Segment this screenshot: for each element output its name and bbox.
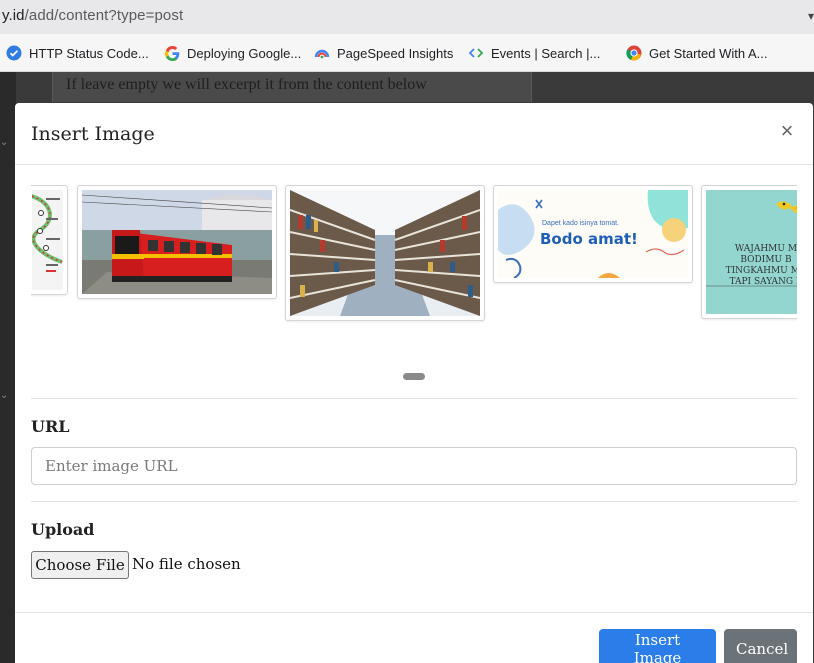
modal-header: Insert Image × <box>15 103 813 165</box>
cancel-button[interactable]: Cancel <box>724 629 797 663</box>
gallery-image-route-map[interactable] <box>31 185 68 295</box>
bookmark-label: Get Started With A... <box>649 45 768 61</box>
meme-title: Bodo amat! <box>540 230 638 248</box>
bookmarks-bar: HTTP Status Code... Deploying Google... … <box>0 34 814 72</box>
chrome-icon <box>626 45 642 61</box>
address-bar[interactable]: y.id/add/content?type=post ▾ <box>0 0 814 34</box>
bookmark-events-search[interactable]: Events | Search |... <box>468 44 600 62</box>
divider <box>31 501 797 502</box>
quote-line: TAPI SAYANG E <box>729 277 797 287</box>
modal-title: Insert Image <box>31 123 155 145</box>
bookmark-label: Events | Search |... <box>491 45 601 61</box>
bookmark-label: PageSpeed Insights <box>337 45 454 61</box>
divider <box>31 398 797 399</box>
quote-text: WAJAHMU M BODIMU B TINGKAHMU ME TAPI SAY… <box>706 244 797 288</box>
insert-image-button[interactable]: Insert Image <box>599 629 716 663</box>
quote-line: BODIMU B <box>740 255 792 265</box>
chevron-down-icon: ⌄ <box>0 390 9 401</box>
modal-footer-divider <box>15 612 813 613</box>
http-status-icon <box>6 45 22 61</box>
excerpt-hint: If leave empty we will excerpt it from t… <box>66 76 427 93</box>
bookmark-pagespeed[interactable]: PageSpeed Insights <box>314 44 453 62</box>
choose-file-button[interactable]: Choose File <box>31 551 129 579</box>
bookmark-http-status[interactable]: HTTP Status Code... <box>6 44 149 62</box>
bookmark-label: HTTP Status Code... <box>29 45 149 61</box>
insert-image-modal: Insert Image × Dapet kado isinya tomat. … <box>15 103 813 663</box>
left-sidebar-strip <box>0 72 16 663</box>
gallery-image-quote[interactable]: WAJAHMU M BODIMU B TINGKAHMU ME TAPI SAY… <box>701 185 797 319</box>
bookmark-label: Deploying Google... <box>187 45 302 61</box>
quote-line: WAJAHMU M <box>734 244 797 254</box>
gallery-image-train[interactable] <box>77 185 277 299</box>
meme-caption: Dapet kado isinya tomat. <box>542 220 620 227</box>
gallery-image-library[interactable] <box>285 185 485 321</box>
image-gallery[interactable]: Dapet kado isinya tomat. Bodo amat! WAJA… <box>31 183 797 323</box>
bookmark-deploying-google[interactable]: Deploying Google... <box>164 44 301 62</box>
image-url-input[interactable] <box>31 447 797 485</box>
chevron-down-icon: ⌄ <box>0 137 9 148</box>
pagespeed-icon <box>314 45 330 61</box>
gallery-image-bodo-amat[interactable]: Dapet kado isinya tomat. Bodo amat! <box>493 185 693 283</box>
upload-label: Upload <box>31 520 95 539</box>
close-icon[interactable]: × <box>777 120 797 143</box>
quote-line: TINGKAHMU ME <box>725 266 797 276</box>
file-status: No file chosen <box>132 555 241 573</box>
events-icon <box>468 45 484 61</box>
bookmark-get-started[interactable]: Get Started With A... <box>626 44 768 62</box>
gallery-scrollbar[interactable] <box>403 373 425 380</box>
google-icon <box>164 45 180 61</box>
caret-icon: ▾ <box>807 9 814 23</box>
url-text[interactable]: y.id/add/content?type=post <box>2 7 183 24</box>
url-label: URL <box>31 417 70 436</box>
